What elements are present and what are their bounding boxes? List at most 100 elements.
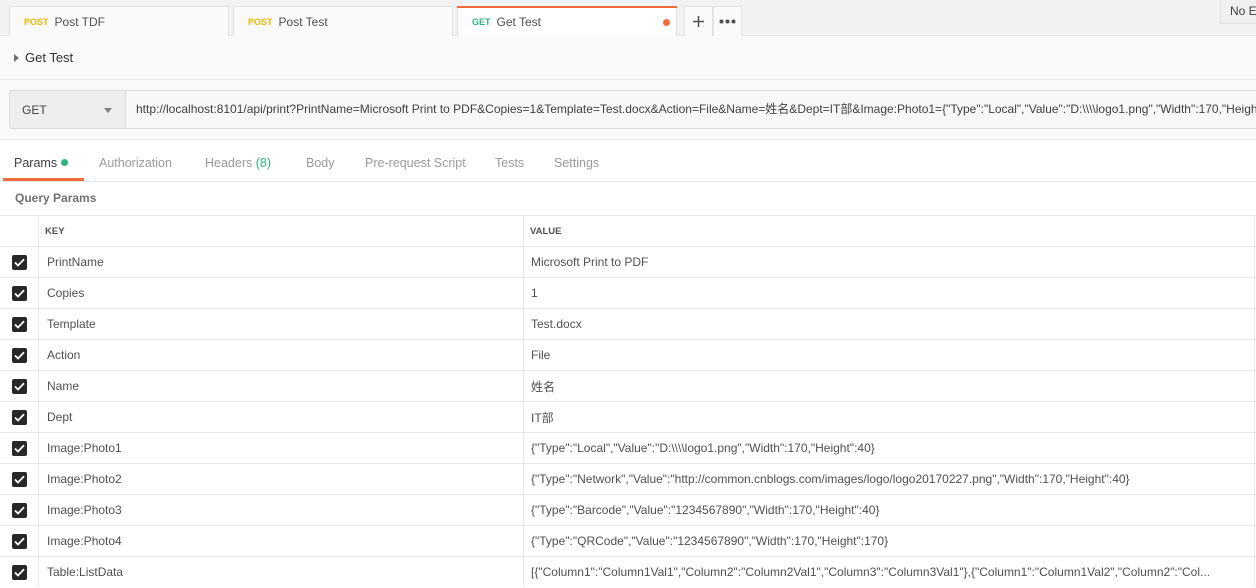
row-check-cell — [0, 495, 39, 525]
method-select[interactable]: GET — [9, 90, 126, 129]
param-value[interactable]: [{"Column1":"Column1Val1","Column2":"Col… — [524, 557, 1255, 587]
tab-post-tdf[interactable]: POST Post TDF — [9, 6, 229, 36]
param-enabled-checkbox[interactable] — [11, 502, 27, 518]
param-value[interactable]: 1 — [524, 278, 1255, 308]
table-row: Action File — [0, 339, 1256, 370]
header-check-cell — [0, 216, 39, 246]
query-params-table: KEY VALUE PrintName Microsoft Print to PD… — [0, 215, 1256, 587]
headers-count: (8) — [255, 156, 272, 170]
table-row: Dept IT部 — [0, 401, 1256, 432]
unsaved-changes-dot — [663, 19, 670, 26]
checkmark-icon — [13, 382, 25, 391]
row-check-cell — [0, 464, 39, 494]
param-key[interactable]: Image:Photo3 — [39, 495, 524, 525]
tab-params[interactable]: Params — [14, 156, 69, 170]
param-enabled-checkbox[interactable] — [11, 409, 27, 425]
plus-icon — [693, 16, 704, 27]
tab-tests[interactable]: Tests — [495, 156, 524, 170]
tab-method: POST — [248, 16, 273, 27]
tab-headers[interactable]: Headers (8) — [205, 156, 271, 170]
checkmark-icon — [13, 475, 25, 484]
param-value[interactable]: File — [524, 340, 1255, 370]
checkmark-icon — [13, 506, 25, 515]
table-row: Image:Photo3 {"Type":"Barcode","Value":"1… — [0, 494, 1256, 525]
param-key[interactable]: Image:Photo2 — [39, 464, 524, 494]
tab-post-test[interactable]: POST Post Test — [233, 6, 453, 36]
tab-params-label: Params — [14, 156, 58, 170]
table-row: PrintName Microsoft Print to PDF — [0, 246, 1256, 277]
checkmark-icon — [13, 289, 25, 298]
row-check-cell — [0, 557, 39, 587]
checkmark-icon — [13, 320, 25, 329]
row-check-cell — [0, 371, 39, 401]
row-check-cell — [0, 402, 39, 432]
param-value[interactable]: Microsoft Print to PDF — [524, 247, 1255, 277]
row-check-cell — [0, 247, 39, 277]
param-enabled-checkbox[interactable] — [11, 440, 27, 456]
request-name-row: Get Test — [0, 36, 1256, 80]
column-header-key: KEY — [39, 216, 524, 246]
request-name[interactable]: Get Test — [25, 50, 73, 65]
param-key[interactable]: Dept — [39, 402, 524, 432]
tab-label: Post TDF — [54, 14, 105, 29]
checkmark-icon — [13, 413, 25, 422]
row-check-cell — [0, 526, 39, 556]
query-params-title: Query Params — [15, 191, 97, 205]
tab-label: Get Test — [496, 15, 541, 29]
checkmark-icon — [13, 258, 25, 267]
param-value[interactable]: 姓名 — [524, 371, 1255, 401]
request-config-tabs: Params Authorization Headers (8) Body Pr… — [0, 145, 1256, 182]
url-bar: GET http://localhost:8101/api/print?Prin… — [0, 80, 1256, 140]
param-enabled-checkbox[interactable] — [11, 533, 27, 549]
param-enabled-checkbox[interactable] — [11, 378, 27, 394]
row-check-cell — [0, 340, 39, 370]
tab-method: GET — [472, 17, 491, 27]
param-enabled-checkbox[interactable] — [11, 347, 27, 363]
param-key[interactable]: Image:Photo4 — [39, 526, 524, 556]
param-key[interactable]: Image:Photo1 — [39, 433, 524, 463]
checkmark-icon — [13, 444, 25, 453]
row-check-cell — [0, 309, 39, 339]
tab-label: Post Test — [278, 14, 328, 29]
url-input[interactable]: http://localhost:8101/api/print?PrintNam… — [125, 90, 1256, 129]
param-key[interactable]: Table:ListData — [39, 557, 524, 587]
tab-authorization[interactable]: Authorization — [99, 156, 172, 170]
table-header-row: KEY VALUE — [0, 215, 1256, 246]
param-value[interactable]: {"Type":"QRCode","Value":"1234567890","W… — [524, 526, 1255, 556]
param-key[interactable]: Copies — [39, 278, 524, 308]
param-value[interactable]: {"Type":"Barcode","Value":"1234567890","… — [524, 495, 1255, 525]
param-value[interactable]: {"Type":"Local","Value":"D:\\\\logo1.png… — [524, 433, 1255, 463]
param-enabled-checkbox[interactable] — [11, 316, 27, 332]
table-row: Image:Photo1 {"Type":"Local","Value":"D:\… — [0, 432, 1256, 463]
param-enabled-checkbox[interactable] — [11, 471, 27, 487]
table-row: Table:ListData [{"Column1":"Column1Val1",… — [0, 556, 1256, 587]
column-header-value: VALUE — [524, 216, 1255, 246]
tab-get-test[interactable]: GET Get Test — [457, 6, 677, 37]
tab-settings[interactable]: Settings — [554, 156, 599, 170]
row-check-cell — [0, 278, 39, 308]
tab-pre-request-script[interactable]: Pre-request Script — [365, 156, 466, 170]
param-value[interactable]: {"Type":"Network","Value":"http://common… — [524, 464, 1255, 494]
checkmark-icon — [13, 537, 25, 546]
tab-headers-label: Headers — [205, 156, 253, 170]
param-value[interactable]: Test.docx — [524, 309, 1255, 339]
param-key[interactable]: Template — [39, 309, 524, 339]
table-row: Image:Photo2 {"Type":"Network","Value":"h… — [0, 463, 1256, 494]
new-tab-button[interactable] — [684, 6, 713, 36]
param-key[interactable]: Action — [39, 340, 524, 370]
environment-select[interactable]: No E — [1220, 0, 1256, 24]
param-value[interactable]: IT部 — [524, 402, 1255, 432]
caret-right-icon[interactable] — [14, 53, 19, 62]
param-key[interactable]: Name — [39, 371, 524, 401]
row-check-cell — [0, 433, 39, 463]
checkmark-icon — [13, 351, 25, 360]
params-active-dot — [61, 159, 69, 166]
param-key[interactable]: PrintName — [39, 247, 524, 277]
tab-body[interactable]: Body — [306, 156, 335, 170]
param-enabled-checkbox[interactable] — [11, 285, 27, 301]
tab-options-button[interactable] — [713, 6, 742, 36]
tab-method: POST — [24, 16, 49, 27]
request-tab-bar: POST Post TDF POST Post Test GET Get Tes… — [0, 0, 1256, 37]
param-enabled-checkbox[interactable] — [11, 254, 27, 270]
param-enabled-checkbox[interactable] — [11, 564, 27, 580]
